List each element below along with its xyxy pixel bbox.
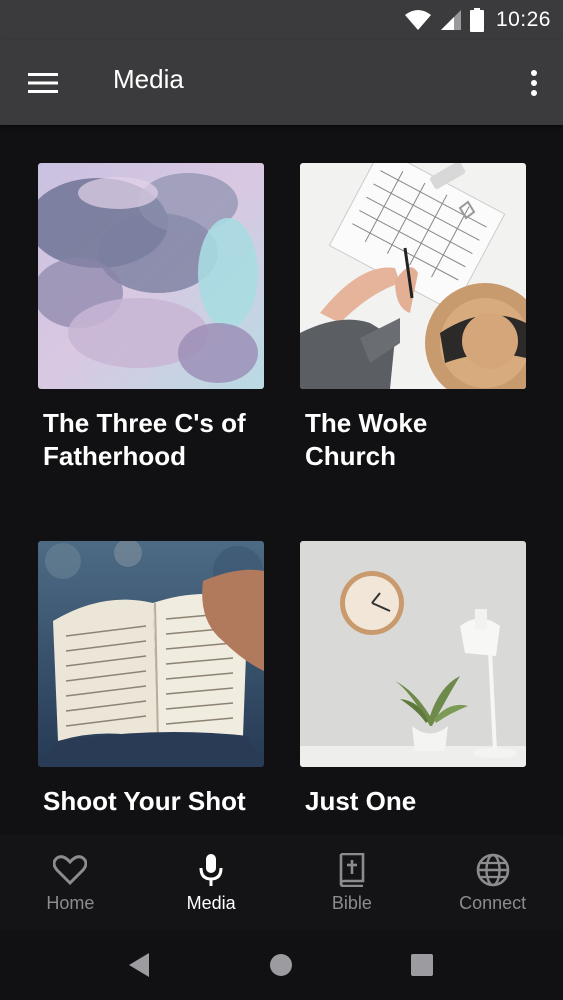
nav-item-connect[interactable]: Connect	[422, 835, 563, 930]
battery-icon	[469, 8, 484, 32]
back-icon	[129, 953, 149, 977]
more-options-button[interactable]	[519, 60, 549, 106]
media-thumbnail-clouds	[38, 163, 264, 389]
system-back-button[interactable]	[122, 948, 156, 982]
status-time: 10:26	[495, 8, 551, 31]
nav-label: Connect	[459, 893, 527, 913]
app-bar: Media	[0, 40, 563, 125]
media-card[interactable]: Just One	[300, 541, 526, 818]
media-card[interactable]: The Three C's of Fatherhood	[38, 163, 264, 473]
nav-item-media[interactable]: Media	[141, 835, 282, 930]
bottom-navigation: Home Media Bible Connect	[0, 835, 563, 930]
media-thumbnail-clock-plant	[300, 541, 526, 767]
bible-icon	[335, 853, 369, 887]
nav-item-home[interactable]: Home	[0, 835, 141, 930]
page-title: Media	[113, 64, 184, 94]
signal-icon	[440, 10, 461, 30]
microphone-icon	[194, 853, 228, 887]
media-card-title: Just One	[305, 786, 417, 816]
nav-label: Home	[46, 893, 95, 913]
system-navigation-bar	[0, 930, 563, 1000]
media-thumbnail-bible	[38, 541, 264, 767]
media-grid: The Three C's of Fatherhood The Woke Chu…	[0, 125, 563, 835]
media-thumbnail-notebook	[300, 163, 526, 389]
home-icon	[270, 954, 292, 976]
nav-item-bible[interactable]: Bible	[282, 835, 423, 930]
nav-label: Bible	[331, 893, 372, 913]
status-bar: 10:26	[0, 0, 563, 40]
media-card-title: The Three C's of Fatherhood	[43, 408, 246, 471]
media-card[interactable]: The Woke Church	[300, 163, 526, 473]
status-icons: 10:26	[404, 6, 551, 34]
more-vert-icon	[531, 70, 537, 96]
media-card-title: Shoot Your Shot	[43, 786, 246, 816]
system-recents-button[interactable]	[405, 948, 439, 982]
media-card[interactable]: Shoot Your Shot	[38, 541, 264, 818]
media-card-title: The Woke Church	[305, 408, 428, 471]
nav-label: Media	[186, 893, 236, 913]
hamburger-menu-icon	[28, 73, 58, 93]
wifi-icon	[404, 10, 431, 30]
globe-icon	[476, 853, 510, 887]
system-home-button[interactable]	[264, 948, 298, 982]
recents-icon	[411, 954, 433, 976]
menu-button[interactable]	[20, 60, 66, 106]
heart-icon	[53, 853, 88, 887]
